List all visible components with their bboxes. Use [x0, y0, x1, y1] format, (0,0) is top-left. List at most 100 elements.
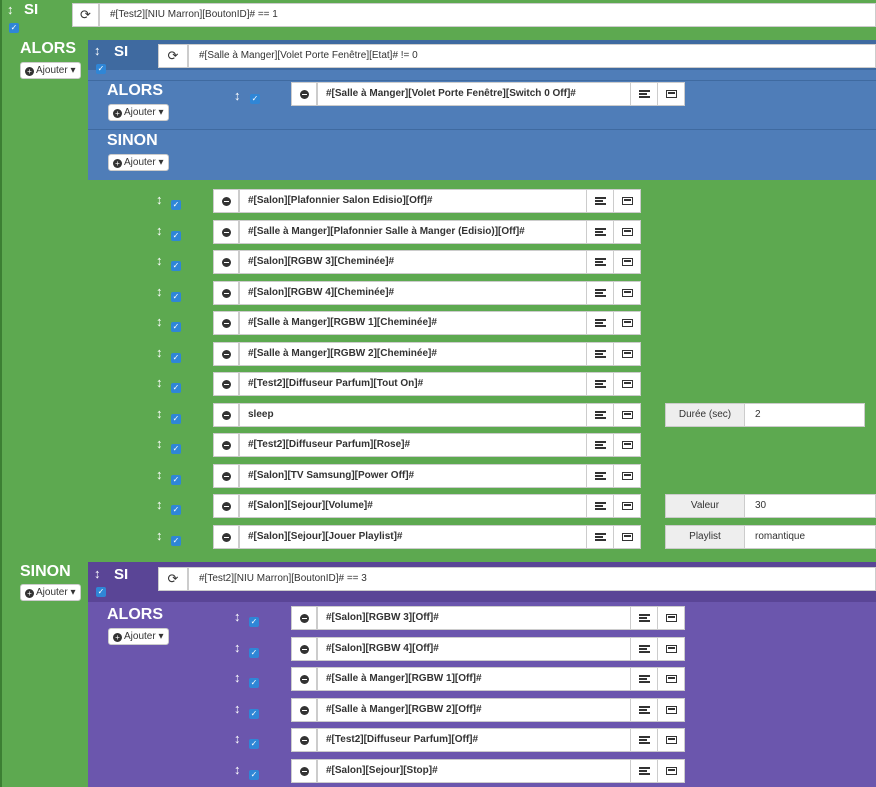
condition-input[interactable]: #[Test2][NIU Marron][BoutonID]# == 3	[188, 567, 876, 591]
card-options-button[interactable]	[613, 433, 641, 457]
enable-checkbox[interactable]: ✓	[249, 770, 259, 780]
card-options-button[interactable]	[613, 403, 641, 427]
move-handle-icon[interactable]: ↕	[156, 192, 163, 207]
card-options-button[interactable]	[613, 220, 641, 244]
command-input[interactable]: #[Salle à Manger][Volet Porte Fenêtre][S…	[317, 82, 631, 106]
command-input[interactable]: #[Salon][Sejour][Jouer Playlist]#	[239, 525, 587, 549]
list-options-button[interactable]	[586, 403, 614, 427]
command-input[interactable]: #[Salle à Manger][RGBW 2][Off]#	[317, 698, 631, 722]
card-options-button[interactable]	[613, 311, 641, 335]
remove-button[interactable]	[213, 220, 239, 244]
command-input[interactable]: #[Salle à Manger][RGBW 1][Cheminée]#	[239, 311, 587, 335]
card-options-button[interactable]	[613, 464, 641, 488]
list-options-button[interactable]	[630, 728, 658, 752]
ajouter-button[interactable]: + Ajouter ▾	[108, 628, 169, 645]
card-options-button[interactable]	[657, 698, 685, 722]
card-options-button[interactable]	[657, 759, 685, 783]
move-handle-icon[interactable]: ↕	[156, 253, 163, 268]
enable-checkbox[interactable]: ✓	[171, 231, 181, 241]
remove-button[interactable]	[213, 311, 239, 335]
enable-checkbox[interactable]: ✓	[249, 739, 259, 749]
list-options-button[interactable]	[586, 494, 614, 518]
enable-checkbox[interactable]: ✓	[171, 261, 181, 271]
card-options-button[interactable]	[613, 525, 641, 549]
list-options-button[interactable]	[586, 525, 614, 549]
enable-checkbox[interactable]: ✓	[249, 678, 259, 688]
command-input[interactable]: #[Salle à Manger][RGBW 1][Off]#	[317, 667, 631, 691]
command-input[interactable]: #[Salon][TV Samsung][Power Off]#	[239, 464, 587, 488]
command-input[interactable]: #[Salon][RGBW 4][Cheminée]#	[239, 281, 587, 305]
enable-checkbox[interactable]: ✓	[249, 617, 259, 627]
enable-checkbox[interactable]: ✓	[171, 353, 181, 363]
enable-checkbox[interactable]: ✓	[171, 292, 181, 302]
move-handle-icon[interactable]: ↕	[94, 566, 101, 581]
remove-button[interactable]	[213, 525, 239, 549]
list-options-button[interactable]	[586, 250, 614, 274]
command-input[interactable]: #[Salon][RGBW 3][Cheminée]#	[239, 250, 587, 274]
option-value-input[interactable]: 2	[744, 403, 865, 427]
list-options-button[interactable]	[586, 311, 614, 335]
command-input[interactable]: #[Test2][Diffuseur Parfum][Off]#	[317, 728, 631, 752]
remove-button[interactable]	[291, 698, 317, 722]
enable-checkbox[interactable]: ✓	[96, 587, 106, 597]
remove-button[interactable]	[291, 82, 317, 106]
list-options-button[interactable]	[586, 342, 614, 366]
remove-button[interactable]	[291, 637, 317, 661]
move-handle-icon[interactable]: ↕	[156, 497, 163, 512]
card-options-button[interactable]	[657, 606, 685, 630]
list-options-button[interactable]	[630, 637, 658, 661]
enable-checkbox[interactable]: ✓	[171, 444, 181, 454]
move-handle-icon[interactable]: ↕	[156, 467, 163, 482]
enable-checkbox[interactable]: ✓	[9, 23, 19, 33]
remove-button[interactable]	[291, 606, 317, 630]
list-options-button[interactable]	[630, 667, 658, 691]
option-value-input[interactable]: romantique	[744, 525, 876, 549]
remove-button[interactable]	[213, 372, 239, 396]
list-options-button[interactable]	[586, 220, 614, 244]
card-options-button[interactable]	[657, 728, 685, 752]
enable-checkbox[interactable]: ✓	[171, 414, 181, 424]
enable-checkbox[interactable]: ✓	[171, 505, 181, 515]
refresh-button[interactable]: ⟳	[158, 567, 188, 591]
list-options-button[interactable]	[630, 82, 658, 106]
move-handle-icon[interactable]: ↕	[234, 701, 241, 716]
remove-button[interactable]	[213, 464, 239, 488]
command-input[interactable]: #[Salle à Manger][RGBW 2][Cheminée]#	[239, 342, 587, 366]
command-input[interactable]: #[Test2][Diffuseur Parfum][Rose]#	[239, 433, 587, 457]
move-handle-icon[interactable]: ↕	[156, 436, 163, 451]
card-options-button[interactable]	[613, 250, 641, 274]
command-input[interactable]: #[Test2][Diffuseur Parfum][Tout On]#	[239, 372, 587, 396]
enable-checkbox[interactable]: ✓	[249, 648, 259, 658]
list-options-button[interactable]	[630, 698, 658, 722]
enable-checkbox[interactable]: ✓	[171, 475, 181, 485]
list-options-button[interactable]	[586, 464, 614, 488]
enable-checkbox[interactable]: ✓	[249, 709, 259, 719]
refresh-button[interactable]: ⟳	[72, 3, 99, 27]
command-input[interactable]: #[Salon][Plafonnier Salon Edisio][Off]#	[239, 189, 587, 213]
card-options-button[interactable]	[657, 667, 685, 691]
move-handle-icon[interactable]: ↕	[156, 528, 163, 543]
card-options-button[interactable]	[613, 494, 641, 518]
ajouter-button[interactable]: + Ajouter ▾	[108, 104, 169, 121]
list-options-button[interactable]	[586, 189, 614, 213]
move-handle-icon[interactable]: ↕	[234, 88, 241, 103]
command-input[interactable]: #[Salon][Sejour][Stop]#	[317, 759, 631, 783]
remove-button[interactable]	[291, 667, 317, 691]
card-options-button[interactable]	[613, 281, 641, 305]
command-input[interactable]: #[Salon][RGBW 4][Off]#	[317, 637, 631, 661]
refresh-button[interactable]: ⟳	[158, 44, 188, 68]
condition-input[interactable]: #[Salle à Manger][Volet Porte Fenêtre][E…	[188, 44, 876, 68]
list-options-button[interactable]	[586, 281, 614, 305]
card-options-button[interactable]	[613, 372, 641, 396]
move-handle-icon[interactable]: ↕	[156, 345, 163, 360]
move-handle-icon[interactable]: ↕	[94, 43, 101, 58]
move-handle-icon[interactable]: ↕	[234, 670, 241, 685]
option-value-input[interactable]: 30	[744, 494, 876, 518]
remove-button[interactable]	[213, 494, 239, 518]
condition-input[interactable]: #[Test2][NIU Marron][BoutonID]# == 1	[99, 3, 876, 27]
card-options-button[interactable]	[657, 637, 685, 661]
remove-button[interactable]	[213, 433, 239, 457]
ajouter-button[interactable]: + Ajouter ▾	[20, 62, 81, 79]
enable-checkbox[interactable]: ✓	[171, 536, 181, 546]
move-handle-icon[interactable]: ↕	[234, 609, 241, 624]
